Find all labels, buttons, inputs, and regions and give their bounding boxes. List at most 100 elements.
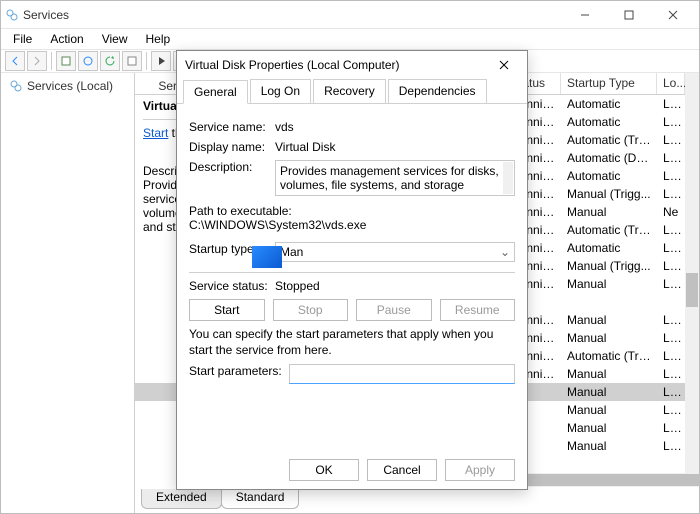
cell-logon-as: Loc (657, 331, 685, 345)
dialog-footer: OK Cancel Apply (177, 459, 527, 481)
dialog-title-bar: Virtual Disk Properties (Local Computer) (177, 51, 527, 79)
tab-dependencies[interactable]: Dependencies (388, 79, 487, 103)
cell-logon-as: Ne (657, 205, 685, 219)
cell-startup-type: Automatic (De... (561, 151, 657, 165)
cell-startup-type: Manual (561, 331, 657, 345)
service-status-value: Stopped (275, 279, 515, 293)
menu-view[interactable]: View (94, 30, 136, 48)
startup-type-value: Man (280, 245, 303, 259)
cell-startup-type: Manual (561, 205, 657, 219)
cell-logon-as: Loc (657, 115, 685, 129)
properties-button[interactable] (56, 51, 76, 71)
startup-type-select[interactable]: Man ⌄ (275, 242, 515, 262)
tree-root-label: Services (Local) (27, 79, 113, 93)
watermark-icon (252, 246, 282, 268)
cell-logon-as: Loc (657, 439, 685, 453)
cell-logon-as: Loc (657, 151, 685, 165)
cell-startup-type: Manual (561, 439, 657, 453)
tab-standard[interactable]: Standard (221, 489, 300, 509)
view-tabs: Extended Standard (141, 489, 298, 509)
desc-scrollbar[interactable] (503, 162, 513, 194)
help-button[interactable] (122, 51, 142, 71)
cell-logon-as: Loc (657, 241, 685, 255)
menu-action[interactable]: Action (42, 30, 91, 48)
start-params-label: Start parameters: (189, 364, 289, 384)
window-title: Services (23, 8, 69, 22)
cell-logon-as: Loc (657, 223, 685, 237)
tab-recovery[interactable]: Recovery (313, 79, 386, 103)
resume-button: Resume (440, 299, 516, 321)
dialog-close-button[interactable] (489, 51, 519, 79)
forward-button[interactable] (27, 51, 47, 71)
cell-logon-as: Loc (657, 313, 685, 327)
cell-logon-as: Loc (657, 403, 685, 417)
header-startup-type[interactable]: Startup Type (561, 73, 657, 94)
dialog-tabs: General Log On Recovery Dependencies (177, 79, 527, 104)
service-name-label: Service name: (189, 120, 275, 134)
cell-logon-as: Loc (657, 421, 685, 435)
maximize-button[interactable] (607, 1, 651, 29)
description-text: Provides management services for disks, … (280, 164, 499, 196)
tab-general[interactable]: General (183, 80, 248, 104)
services-icon (141, 76, 155, 90)
ok-button[interactable]: OK (289, 459, 359, 481)
start-params-input[interactable] (289, 364, 515, 384)
cell-startup-type: Manual (561, 385, 657, 399)
minimize-button[interactable] (563, 1, 607, 29)
cell-startup-type: Automatic (561, 241, 657, 255)
cell-logon-as: Loc (657, 367, 685, 381)
service-name-value: vds (275, 120, 515, 134)
cell-logon-as: Loc (657, 349, 685, 363)
cell-startup-type: Automatic (561, 169, 657, 183)
cell-startup-type: Automatic (561, 115, 657, 129)
menu-bar: File Action View Help (1, 29, 699, 49)
display-name-label: Display name: (189, 140, 275, 154)
pause-button: Pause (356, 299, 432, 321)
cell-startup-type: Manual (561, 277, 657, 291)
start-button[interactable]: Start (189, 299, 265, 321)
refresh-button[interactable] (100, 51, 120, 71)
cancel-button[interactable]: Cancel (367, 459, 437, 481)
properties-dialog: Virtual Disk Properties (Local Computer)… (176, 50, 528, 490)
divider (189, 272, 515, 273)
export-list-button[interactable] (78, 51, 98, 71)
services-icon (9, 79, 23, 93)
cell-logon-as: Loc (657, 259, 685, 273)
cell-logon-as: Loc (657, 385, 685, 399)
cell-startup-type: Manual (561, 421, 657, 435)
stop-button: Stop (273, 299, 349, 321)
cell-logon-as: Loc (657, 97, 685, 111)
tab-logon[interactable]: Log On (250, 79, 311, 103)
cell-startup-type: Manual (561, 367, 657, 381)
cell-startup-type: Automatic (Tri... (561, 133, 657, 147)
path-value: C:\WINDOWS\System32\vds.exe (189, 218, 515, 232)
cell-startup-type: Manual (Trigg... (561, 259, 657, 273)
description-label: Description: (189, 160, 275, 196)
vertical-scrollbar[interactable] (685, 73, 699, 487)
dialog-form: Service name:vds Display name:Virtual Di… (177, 104, 527, 400)
scrollbar-thumb[interactable] (686, 273, 698, 307)
cell-startup-type: Manual (561, 403, 657, 417)
back-button[interactable] (5, 51, 25, 71)
description-box[interactable]: Provides management services for disks, … (275, 160, 515, 196)
title-bar: Services (1, 1, 699, 29)
display-name-value: Virtual Disk (275, 140, 515, 154)
menu-help[interactable]: Help (138, 30, 179, 48)
cell-startup-type: Automatic (Tri... (561, 223, 657, 237)
apply-button: Apply (445, 459, 515, 481)
cell-startup-type: Manual (Trigg... (561, 187, 657, 201)
services-icon (5, 8, 19, 22)
service-control-buttons: Start Stop Pause Resume (189, 299, 515, 321)
cell-logon-as: Loc (657, 169, 685, 183)
header-logon-as[interactable]: Lo... (657, 73, 685, 94)
cell-startup-type: Automatic (561, 97, 657, 111)
cell-logon-as: Loc (657, 133, 685, 147)
cell-startup-type: Manual (561, 313, 657, 327)
start-service-button[interactable] (151, 51, 171, 71)
menu-file[interactable]: File (5, 30, 40, 48)
close-button[interactable] (651, 1, 695, 29)
tree-pane: Services (Local) (1, 73, 135, 513)
tree-root[interactable]: Services (Local) (5, 77, 130, 95)
dialog-title: Virtual Disk Properties (Local Computer) (185, 58, 400, 72)
tab-extended[interactable]: Extended (141, 489, 222, 509)
